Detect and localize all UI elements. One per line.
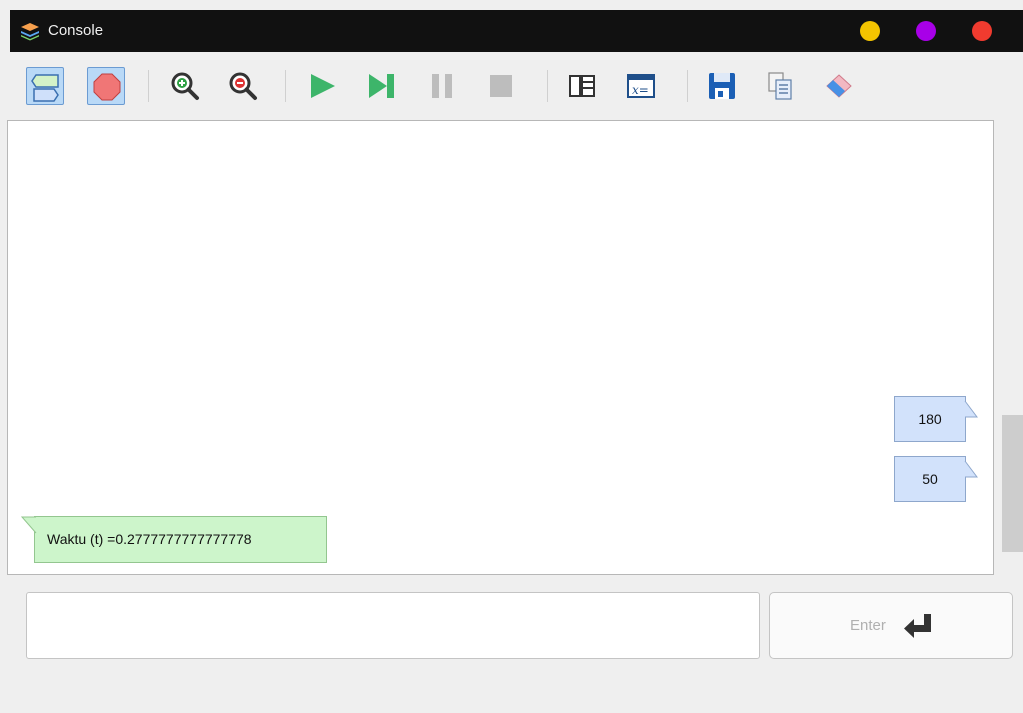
app-layers-icon: [21, 23, 39, 41]
input-value: 180: [918, 411, 942, 427]
step-button[interactable]: [362, 67, 400, 105]
maximize-button[interactable]: [916, 21, 936, 41]
toolbar: x=: [10, 52, 1023, 120]
output-text: Waktu (t) =0.2777777777777778: [47, 531, 252, 547]
copy-button[interactable]: [761, 67, 799, 105]
window-title: Console: [48, 22, 104, 39]
variables-icon: x=: [627, 74, 655, 98]
variables-button[interactable]: x=: [622, 67, 660, 105]
input-bubble: 180: [894, 396, 978, 442]
save-icon: [709, 73, 735, 99]
copy-icon: [768, 72, 792, 100]
breakpoint-button[interactable]: [87, 67, 125, 105]
input-bubble: 50: [894, 456, 978, 502]
title-bar: Console: [10, 10, 1023, 52]
enter-button[interactable]: Enter: [769, 592, 1013, 659]
pause-icon: [432, 74, 452, 98]
run-icon: [311, 74, 335, 98]
zoom-in-button[interactable]: [166, 67, 204, 105]
clear-button[interactable]: [820, 67, 858, 105]
enter-label: Enter: [850, 617, 886, 634]
stop-icon: [490, 75, 512, 97]
stop-button[interactable]: [482, 67, 520, 105]
scrollbar[interactable]: [1002, 415, 1023, 552]
zoom-out-button[interactable]: [224, 67, 262, 105]
save-button[interactable]: [703, 67, 741, 105]
minimize-button[interactable]: [860, 21, 880, 41]
stop-sign-icon: [93, 73, 121, 101]
input-mode-icon: [31, 74, 59, 102]
input-value: 50: [922, 471, 938, 487]
console-input[interactable]: [26, 592, 760, 659]
run-button[interactable]: [303, 67, 341, 105]
layout-button[interactable]: [563, 67, 601, 105]
eraser-icon: [826, 74, 852, 98]
pause-button[interactable]: [423, 67, 461, 105]
console-output-area: [7, 120, 994, 575]
output-bubble: Waktu (t) =0.2777777777777778: [20, 516, 327, 563]
layout-icon: [569, 75, 595, 97]
step-icon: [369, 74, 394, 98]
variables-label: x=: [632, 83, 649, 97]
close-button[interactable]: [972, 21, 992, 41]
input-mode-button[interactable]: [26, 67, 64, 105]
enter-arrow-icon: [904, 614, 931, 638]
zoom-in-icon: [171, 72, 199, 100]
zoom-out-icon: [229, 72, 257, 100]
